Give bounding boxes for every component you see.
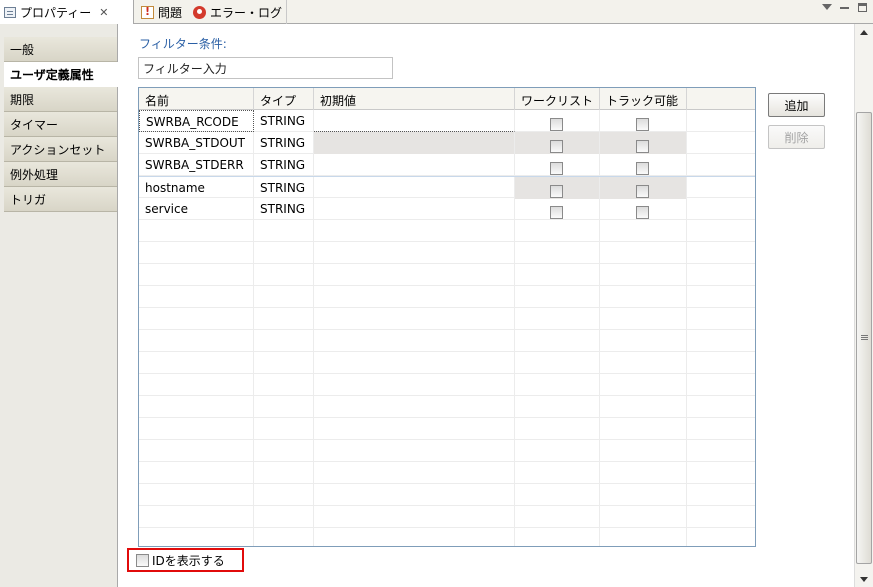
- empty-table-row: [139, 286, 755, 308]
- problems-icon: [141, 5, 154, 19]
- scrollbar-thumb[interactable]: [856, 112, 872, 564]
- cell-initial[interactable]: [314, 177, 515, 199]
- table-row[interactable]: hostname STRING: [139, 176, 755, 199]
- empty-table-row: [139, 264, 755, 286]
- nav-item-deadline[interactable]: 期限: [4, 87, 117, 112]
- nav-item-exception[interactable]: 例外処理: [4, 162, 117, 187]
- cell-initial[interactable]: [314, 110, 515, 132]
- tab-properties[interactable]: プロパティー ✕: [0, 0, 134, 25]
- empty-table-row: [139, 440, 755, 462]
- nav-item-trigger[interactable]: トリガ: [4, 187, 117, 212]
- table-row[interactable]: SWRBA_STDERR STRING: [139, 154, 755, 176]
- tab-error-log[interactable]: エラー・ログ: [189, 0, 288, 24]
- trackable-checkbox[interactable]: [636, 140, 649, 153]
- empty-table-row: [139, 330, 755, 352]
- cell-worklist: [515, 198, 600, 220]
- add-button[interactable]: 追加: [768, 93, 825, 117]
- cell-worklist: [515, 110, 600, 132]
- cell-worklist: [515, 154, 600, 176]
- show-id-label: IDを表示する: [152, 553, 225, 568]
- view-menu-icon[interactable]: [822, 3, 832, 12]
- trackable-checkbox[interactable]: [636, 162, 649, 175]
- trackable-checkbox[interactable]: [636, 118, 649, 131]
- table-header: 名前 タイプ 初期値 ワークリスト トラック可能: [139, 88, 755, 110]
- column-header-worklist[interactable]: ワークリスト: [515, 88, 600, 110]
- worklist-checkbox[interactable]: [550, 140, 563, 153]
- properties-icon: [4, 7, 16, 18]
- filter-label: フィルター条件:: [139, 37, 227, 51]
- empty-table-row: [139, 374, 755, 396]
- empty-table-row: [139, 308, 755, 330]
- tab-problems[interactable]: 問題: [137, 0, 182, 24]
- empty-table-row: [139, 506, 755, 528]
- cell-name[interactable]: hostname: [139, 177, 254, 199]
- trackable-checkbox[interactable]: [636, 206, 649, 219]
- cell-type[interactable]: STRING: [254, 177, 314, 199]
- cell-name[interactable]: SWRBA_RCODE: [139, 110, 254, 132]
- empty-table-row: [139, 396, 755, 418]
- cell-trackable: [600, 177, 687, 199]
- cell-type[interactable]: STRING: [254, 110, 314, 132]
- nav-item-user-attributes[interactable]: ユーザ定義属性: [4, 62, 118, 87]
- column-header-initial[interactable]: 初期値: [314, 88, 515, 110]
- delete-button[interactable]: 削除: [768, 125, 825, 149]
- empty-table-row: [139, 528, 755, 546]
- worklist-checkbox[interactable]: [550, 118, 563, 131]
- worklist-checkbox[interactable]: [550, 162, 563, 175]
- column-header-name[interactable]: 名前: [139, 88, 254, 110]
- table-row[interactable]: SWRBA_STDOUT STRING: [139, 132, 755, 154]
- show-id-option[interactable]: IDを表示する: [127, 548, 244, 572]
- table-row[interactable]: SWRBA_RCODE STRING: [139, 110, 755, 132]
- nav-item-general[interactable]: 一般: [4, 37, 117, 62]
- empty-table-row: [139, 220, 755, 242]
- show-id-checkbox[interactable]: [136, 553, 149, 567]
- cell-worklist: [515, 132, 600, 154]
- cell-type[interactable]: STRING: [254, 132, 314, 154]
- cell-trackable: [600, 110, 687, 132]
- maximize-icon[interactable]: [858, 3, 867, 12]
- vertical-scrollbar[interactable]: [854, 24, 873, 587]
- cell-type[interactable]: STRING: [254, 198, 314, 220]
- table-row[interactable]: service STRING: [139, 198, 755, 220]
- empty-table-row: [139, 242, 755, 264]
- cell-trackable: [600, 198, 687, 220]
- scroll-down-icon[interactable]: [855, 571, 873, 587]
- grip-icon: [861, 335, 868, 336]
- empty-table-row: [139, 352, 755, 374]
- nav-item-timer[interactable]: タイマー: [4, 112, 117, 137]
- property-sections-nav: 一般 ユーザ定義属性 期限 タイマー アクションセット 例外処理 トリガ: [0, 24, 118, 587]
- cell-trackable: [600, 154, 687, 176]
- attributes-table: 名前 タイプ 初期値 ワークリスト トラック可能 SWRBA_RCODE STR…: [138, 87, 756, 547]
- error-log-icon: [193, 5, 206, 19]
- filter-input[interactable]: [138, 57, 393, 79]
- cell-trackable: [600, 132, 687, 154]
- cell-worklist: [515, 177, 600, 199]
- empty-table-row: [139, 484, 755, 506]
- cell-name[interactable]: SWRBA_STDERR: [139, 154, 254, 176]
- tab-properties-label: プロパティー: [20, 6, 92, 20]
- cell-name[interactable]: SWRBA_STDOUT: [139, 132, 254, 154]
- worklist-checkbox[interactable]: [550, 206, 563, 219]
- column-header-trackable[interactable]: トラック可能: [600, 88, 687, 110]
- cell-type[interactable]: STRING: [254, 154, 314, 176]
- close-icon[interactable]: ✕: [99, 6, 108, 19]
- cell-initial[interactable]: [314, 198, 515, 220]
- tab-problems-label: 問題: [158, 5, 183, 20]
- column-header-type[interactable]: タイプ: [254, 88, 314, 110]
- scroll-up-icon[interactable]: [855, 24, 873, 40]
- minimize-icon[interactable]: [840, 3, 849, 12]
- empty-table-row: [139, 462, 755, 484]
- cell-initial[interactable]: [314, 132, 515, 154]
- cell-initial[interactable]: [314, 154, 515, 176]
- main-content: フィルター条件: 名前 タイプ 初期値 ワークリスト トラック可能 SWRBA_…: [119, 24, 854, 587]
- view-tab-bar: プロパティー ✕ 問題 エラー・ログ: [0, 0, 873, 25]
- tab-error-log-label: エラー・ログ: [210, 5, 283, 20]
- trackable-checkbox[interactable]: [636, 185, 649, 198]
- nav-item-action-set[interactable]: アクションセット: [4, 137, 117, 162]
- view-controls: [822, 3, 867, 12]
- worklist-checkbox[interactable]: [550, 185, 563, 198]
- empty-table-row: [139, 418, 755, 440]
- cell-name[interactable]: service: [139, 198, 254, 220]
